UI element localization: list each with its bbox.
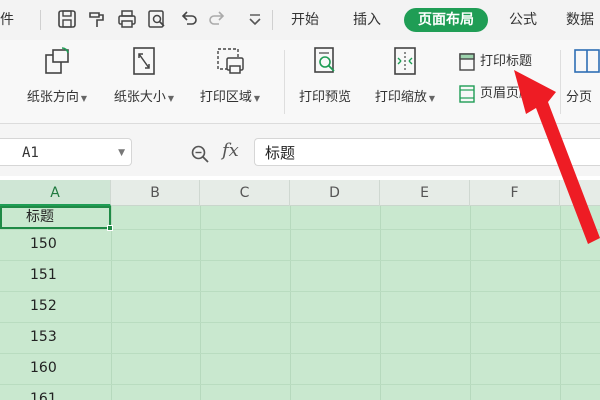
ribbon-separator xyxy=(284,50,285,114)
ribbon-separator xyxy=(560,50,561,114)
file-menu[interactable]: 件 xyxy=(0,0,18,40)
print-preview-icon xyxy=(314,47,335,73)
page-orientation-icon xyxy=(45,47,69,74)
column-header-g[interactable] xyxy=(560,180,600,206)
column-header-f[interactable]: F xyxy=(470,180,560,206)
chevron-down-icon: ▼ xyxy=(167,94,175,103)
grid-line xyxy=(111,206,112,400)
chevron-down-icon[interactable]: ▼ xyxy=(118,139,125,167)
menu-bar: 件 开始 插入 页面布局 公式 数据 xyxy=(0,0,600,40)
grid-line xyxy=(200,206,201,400)
print-titles-button[interactable]: 打印标题 xyxy=(458,52,532,72)
tab-formulas[interactable]: 公式 xyxy=(502,8,544,32)
spreadsheet-grid[interactable]: A B C D E F 标题 150 151 152 153 160 161 xyxy=(0,176,600,400)
cell-a2[interactable]: 150 xyxy=(30,229,57,260)
grid-line xyxy=(0,322,600,323)
undo-icon[interactable] xyxy=(178,8,200,30)
fx-icon[interactable]: fx xyxy=(222,140,239,161)
ribbon-page-layout: 纸张方向 ▼ 纸张大小 ▼ 打印区域 ▼ 打印预览 打印缩放 ▼ 打印标题 页眉… xyxy=(0,40,600,157)
print-preview-icon[interactable] xyxy=(146,8,168,30)
print-preview-button[interactable]: 打印预览 xyxy=(290,46,360,105)
grid-line xyxy=(0,229,600,230)
print-icon[interactable] xyxy=(116,8,138,30)
zoom-icon[interactable] xyxy=(190,144,210,164)
formula-input-value: 标题 xyxy=(265,144,296,162)
cell-a7[interactable]: 161 xyxy=(30,384,57,400)
formula-input[interactable]: 标题 xyxy=(254,138,600,166)
print-titles-icon xyxy=(459,52,475,71)
grid-line xyxy=(380,206,381,400)
print-area-button[interactable]: 打印区域 ▼ xyxy=(192,46,268,105)
paper-size-button[interactable]: 纸张大小 ▼ xyxy=(106,46,182,105)
cell-area[interactable]: 标题 150 151 152 153 160 161 xyxy=(0,206,600,400)
column-header-a[interactable]: A xyxy=(0,180,111,206)
column-header-e[interactable]: E xyxy=(380,180,470,206)
grid-line xyxy=(0,291,600,292)
header-footer-icon xyxy=(459,84,475,103)
chevron-down-icon: ▼ xyxy=(253,94,261,103)
page-break-button[interactable]: 分页 xyxy=(566,46,600,105)
print-scale-icon xyxy=(394,47,416,75)
fill-handle[interactable] xyxy=(107,225,113,231)
separator xyxy=(272,10,273,30)
grid-line xyxy=(0,384,600,385)
print-titles-label: 打印标题 xyxy=(480,54,533,69)
cell-a4[interactable]: 152 xyxy=(30,291,57,322)
orientation-button[interactable]: 纸张方向 ▼ xyxy=(20,46,94,105)
name-box-value: A1 xyxy=(22,145,39,161)
active-cell-selection xyxy=(0,206,113,231)
print-scale-button[interactable]: 打印缩放 ▼ xyxy=(366,46,444,105)
cell-a5[interactable]: 153 xyxy=(30,322,57,353)
cell-a6[interactable]: 160 xyxy=(30,353,57,384)
customize-chevron-icon[interactable] xyxy=(244,8,266,30)
format-painter-icon[interactable] xyxy=(86,8,108,30)
cell-a3[interactable]: 151 xyxy=(30,260,57,291)
name-box[interactable]: A1 ▼ xyxy=(0,138,132,166)
column-header-b[interactable]: B xyxy=(111,180,200,206)
separator xyxy=(40,10,41,30)
column-header-c[interactable]: C xyxy=(200,180,290,206)
tab-data[interactable]: 数据 xyxy=(566,8,600,32)
save-icon[interactable] xyxy=(56,8,78,30)
redo-icon[interactable] xyxy=(206,8,228,30)
grid-line xyxy=(0,260,600,261)
grid-line xyxy=(0,353,600,354)
column-header-d[interactable]: D xyxy=(290,180,380,206)
page-break-label: 分页 xyxy=(566,90,593,105)
grid-line xyxy=(560,206,561,400)
print-scale-label: 打印缩放 xyxy=(374,90,427,105)
page-break-icon xyxy=(574,49,600,73)
paper-size-label: 纸张大小 xyxy=(113,90,166,105)
formula-bar: A1 ▼ fx 标题 xyxy=(0,124,600,176)
tab-insert[interactable]: 插入 xyxy=(346,8,388,32)
header-footer-label: 页眉页脚 xyxy=(480,86,533,101)
tab-home[interactable]: 开始 xyxy=(284,8,326,32)
grid-line xyxy=(290,206,291,400)
grid-line xyxy=(470,206,471,400)
print-area-label: 打印区域 xyxy=(199,90,252,105)
chevron-down-icon: ▼ xyxy=(80,94,88,103)
print-preview-label: 打印预览 xyxy=(298,90,351,105)
header-footer-button[interactable]: 页眉页脚 xyxy=(458,84,532,104)
column-header-row: A B C D E F xyxy=(0,180,600,206)
orientation-label: 纸张方向 xyxy=(26,90,79,105)
tab-page-layout[interactable]: 页面布局 xyxy=(404,8,488,32)
print-area-icon xyxy=(217,48,244,74)
paper-size-icon xyxy=(133,47,155,75)
chevron-down-icon: ▼ xyxy=(428,94,436,103)
